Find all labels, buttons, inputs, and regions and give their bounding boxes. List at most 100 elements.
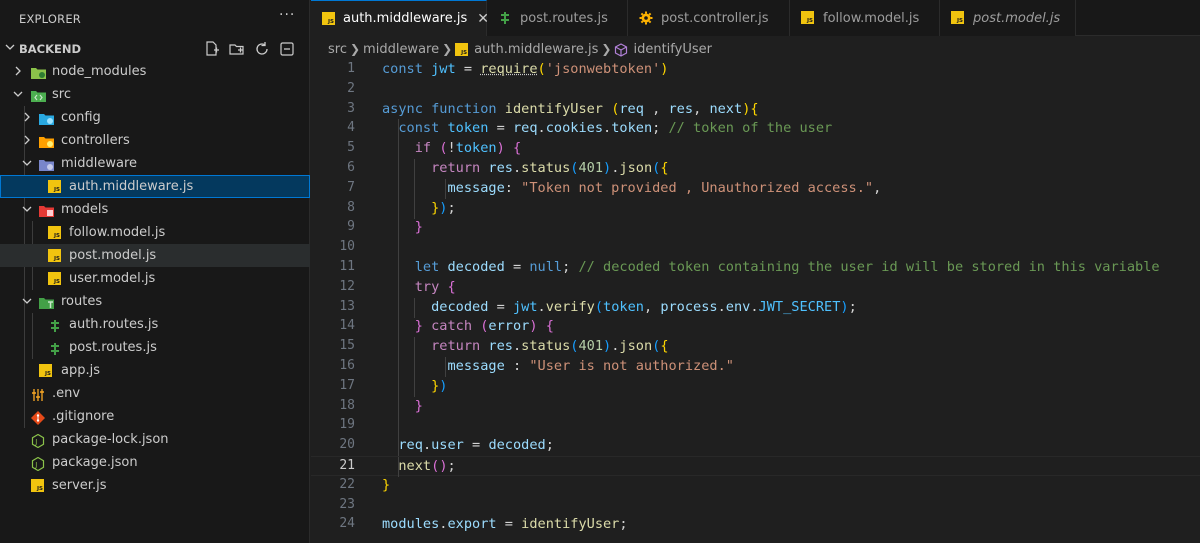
- more-actions-icon[interactable]: ···: [279, 7, 295, 23]
- code-text: req.user = decoded;: [398, 437, 554, 454]
- js-file-icon: [48, 272, 62, 286]
- tree-item-package-lock[interactable]: J package-lock.json: [0, 428, 310, 451]
- js-file-icon: [48, 249, 62, 263]
- chevron-down-icon: [5, 44, 15, 50]
- chevron-down-icon: [22, 298, 32, 304]
- code-line: 23: [311, 496, 1200, 516]
- code-text: message : "User is not authorized.": [447, 357, 734, 374]
- tab-label: auth.middleware.js: [343, 11, 468, 26]
- explorer-actions: [203, 40, 296, 58]
- indent-guide: [398, 238, 399, 259]
- file-tree: node_modules src config controllers midd…: [0, 60, 310, 497]
- tab-post-model[interactable]: post.model.js: [940, 0, 1076, 36]
- code-line: 24 modules.export = identifyUser;: [311, 515, 1200, 535]
- line-number: 24: [339, 516, 355, 532]
- tab-auth-middleware[interactable]: auth.middleware.js ✕: [311, 0, 489, 36]
- breadcrumb-file[interactable]: auth.middleware.js: [474, 42, 598, 57]
- tree-item-label: server.js: [52, 478, 107, 493]
- tree-item-node-modules[interactable]: node_modules: [0, 60, 310, 83]
- tree-item-middleware[interactable]: middleware: [0, 152, 310, 175]
- code-line: 13 decoded = jwt.verify(token, process.e…: [311, 297, 1200, 318]
- routes-file-icon: [498, 11, 512, 25]
- code-line: 1 const jwt = require('jsonwebtoken'): [311, 60, 1200, 80]
- js-file-icon: [801, 11, 815, 25]
- tab-post-controller[interactable]: post.controller.js: [628, 0, 790, 36]
- js-file-icon: [48, 180, 62, 194]
- chevron-right-icon: ❯: [442, 42, 453, 56]
- line-number: 3: [347, 100, 355, 116]
- code-editor[interactable]: 1 const jwt = require('jsonwebtoken') 2 …: [311, 60, 1200, 535]
- editor-tabs: auth.middleware.js ✕ post.routes.js post…: [311, 0, 1200, 36]
- svg-text:J: J: [34, 438, 37, 446]
- tree-item-label: .gitignore: [52, 409, 115, 424]
- tree-item-src[interactable]: src: [0, 83, 310, 106]
- breadcrumb-symbol[interactable]: identifyUser: [633, 42, 711, 57]
- collapse-all-icon[interactable]: [278, 40, 296, 58]
- tree-item-label: config: [61, 110, 101, 125]
- line-number: 4: [347, 120, 355, 136]
- line-number: 7: [347, 179, 355, 195]
- tree-item-follow-model[interactable]: follow.model.js: [0, 221, 310, 244]
- tab-follow-model[interactable]: follow.model.js: [790, 0, 940, 36]
- line-number: 6: [347, 159, 355, 175]
- new-folder-icon[interactable]: [228, 40, 246, 58]
- tree-item-label: user.model.js: [69, 271, 156, 286]
- workspace-root[interactable]: BACKEND: [0, 38, 310, 60]
- code-line: 5 if (!token) {: [311, 139, 1200, 160]
- code-text: }: [414, 219, 423, 236]
- tree-item-label: app.js: [61, 363, 100, 378]
- code-line-current: 21 next();: [311, 455, 1200, 477]
- tree-item-models[interactable]: models: [0, 198, 310, 221]
- tab-post-routes[interactable]: post.routes.js: [487, 0, 628, 36]
- tree-item-post-model[interactable]: post.model.js: [0, 244, 310, 267]
- tree-item-controllers[interactable]: controllers: [0, 129, 310, 152]
- chevron-right-icon: ❯: [349, 42, 361, 56]
- tree-item-label: package.json: [52, 455, 138, 470]
- code-text: } catch (error) {: [414, 318, 554, 335]
- tree-item-config[interactable]: config: [0, 106, 310, 129]
- tree-item-auth-routes[interactable]: auth.routes.js: [0, 313, 310, 336]
- routes-file-icon: [48, 318, 62, 332]
- js-file-icon: [39, 364, 53, 378]
- tree-item-label: .env: [52, 386, 81, 401]
- line-number: 19: [339, 417, 355, 433]
- line-number: 1: [347, 61, 355, 76]
- js-file-icon: [322, 11, 335, 26]
- code-line: 9 }: [311, 218, 1200, 239]
- npm-file-icon: J: [31, 456, 45, 472]
- line-number: 2: [347, 80, 355, 96]
- code-text: decoded = jwt.verify(token, process.env.…: [431, 298, 857, 315]
- routes-file-icon: [48, 341, 62, 355]
- refresh-icon[interactable]: [253, 40, 271, 58]
- tree-item-auth-middleware[interactable]: auth.middleware.js: [0, 175, 310, 198]
- tree-item-user-model[interactable]: user.model.js: [0, 267, 310, 290]
- code-line: 4 const token = req.cookies.token; // to…: [311, 119, 1200, 140]
- tab-label: post.routes.js: [520, 10, 608, 26]
- middleware-folder-icon: [39, 157, 54, 171]
- tree-item-label: src: [52, 87, 71, 102]
- breadcrumb-folder[interactable]: middleware: [363, 42, 439, 57]
- breadcrumb-src[interactable]: src: [328, 42, 347, 57]
- tree-item-package-json[interactable]: J package.json: [0, 451, 310, 474]
- tree-item-label: routes: [61, 294, 103, 309]
- chevron-right-icon: [24, 135, 30, 145]
- chevron-right-icon: [24, 112, 30, 122]
- code-line: 2: [311, 80, 1200, 100]
- line-number: 15: [339, 338, 355, 354]
- tree-item-routes[interactable]: routes: [0, 290, 310, 313]
- code-text: async function identifyUser (req , res, …: [382, 100, 759, 117]
- env-file-icon: [31, 387, 45, 401]
- line-number: 5: [347, 140, 355, 156]
- code-text: const token = req.cookies.token; // toke…: [398, 120, 833, 137]
- code-line: 8 });: [311, 198, 1200, 219]
- explorer-title: EXPLORER: [19, 12, 81, 26]
- new-file-icon[interactable]: [203, 40, 221, 58]
- tree-item-server[interactable]: server.js: [0, 474, 310, 497]
- npm-file-icon: J: [31, 433, 45, 449]
- code-line: 12 try {: [311, 277, 1200, 298]
- tree-item-gitignore[interactable]: .gitignore: [0, 405, 310, 428]
- tree-item-app[interactable]: app.js: [0, 359, 310, 382]
- tree-item-env[interactable]: .env: [0, 382, 310, 405]
- line-number: 16: [339, 357, 355, 373]
- tree-item-post-routes[interactable]: post.routes.js: [0, 336, 310, 359]
